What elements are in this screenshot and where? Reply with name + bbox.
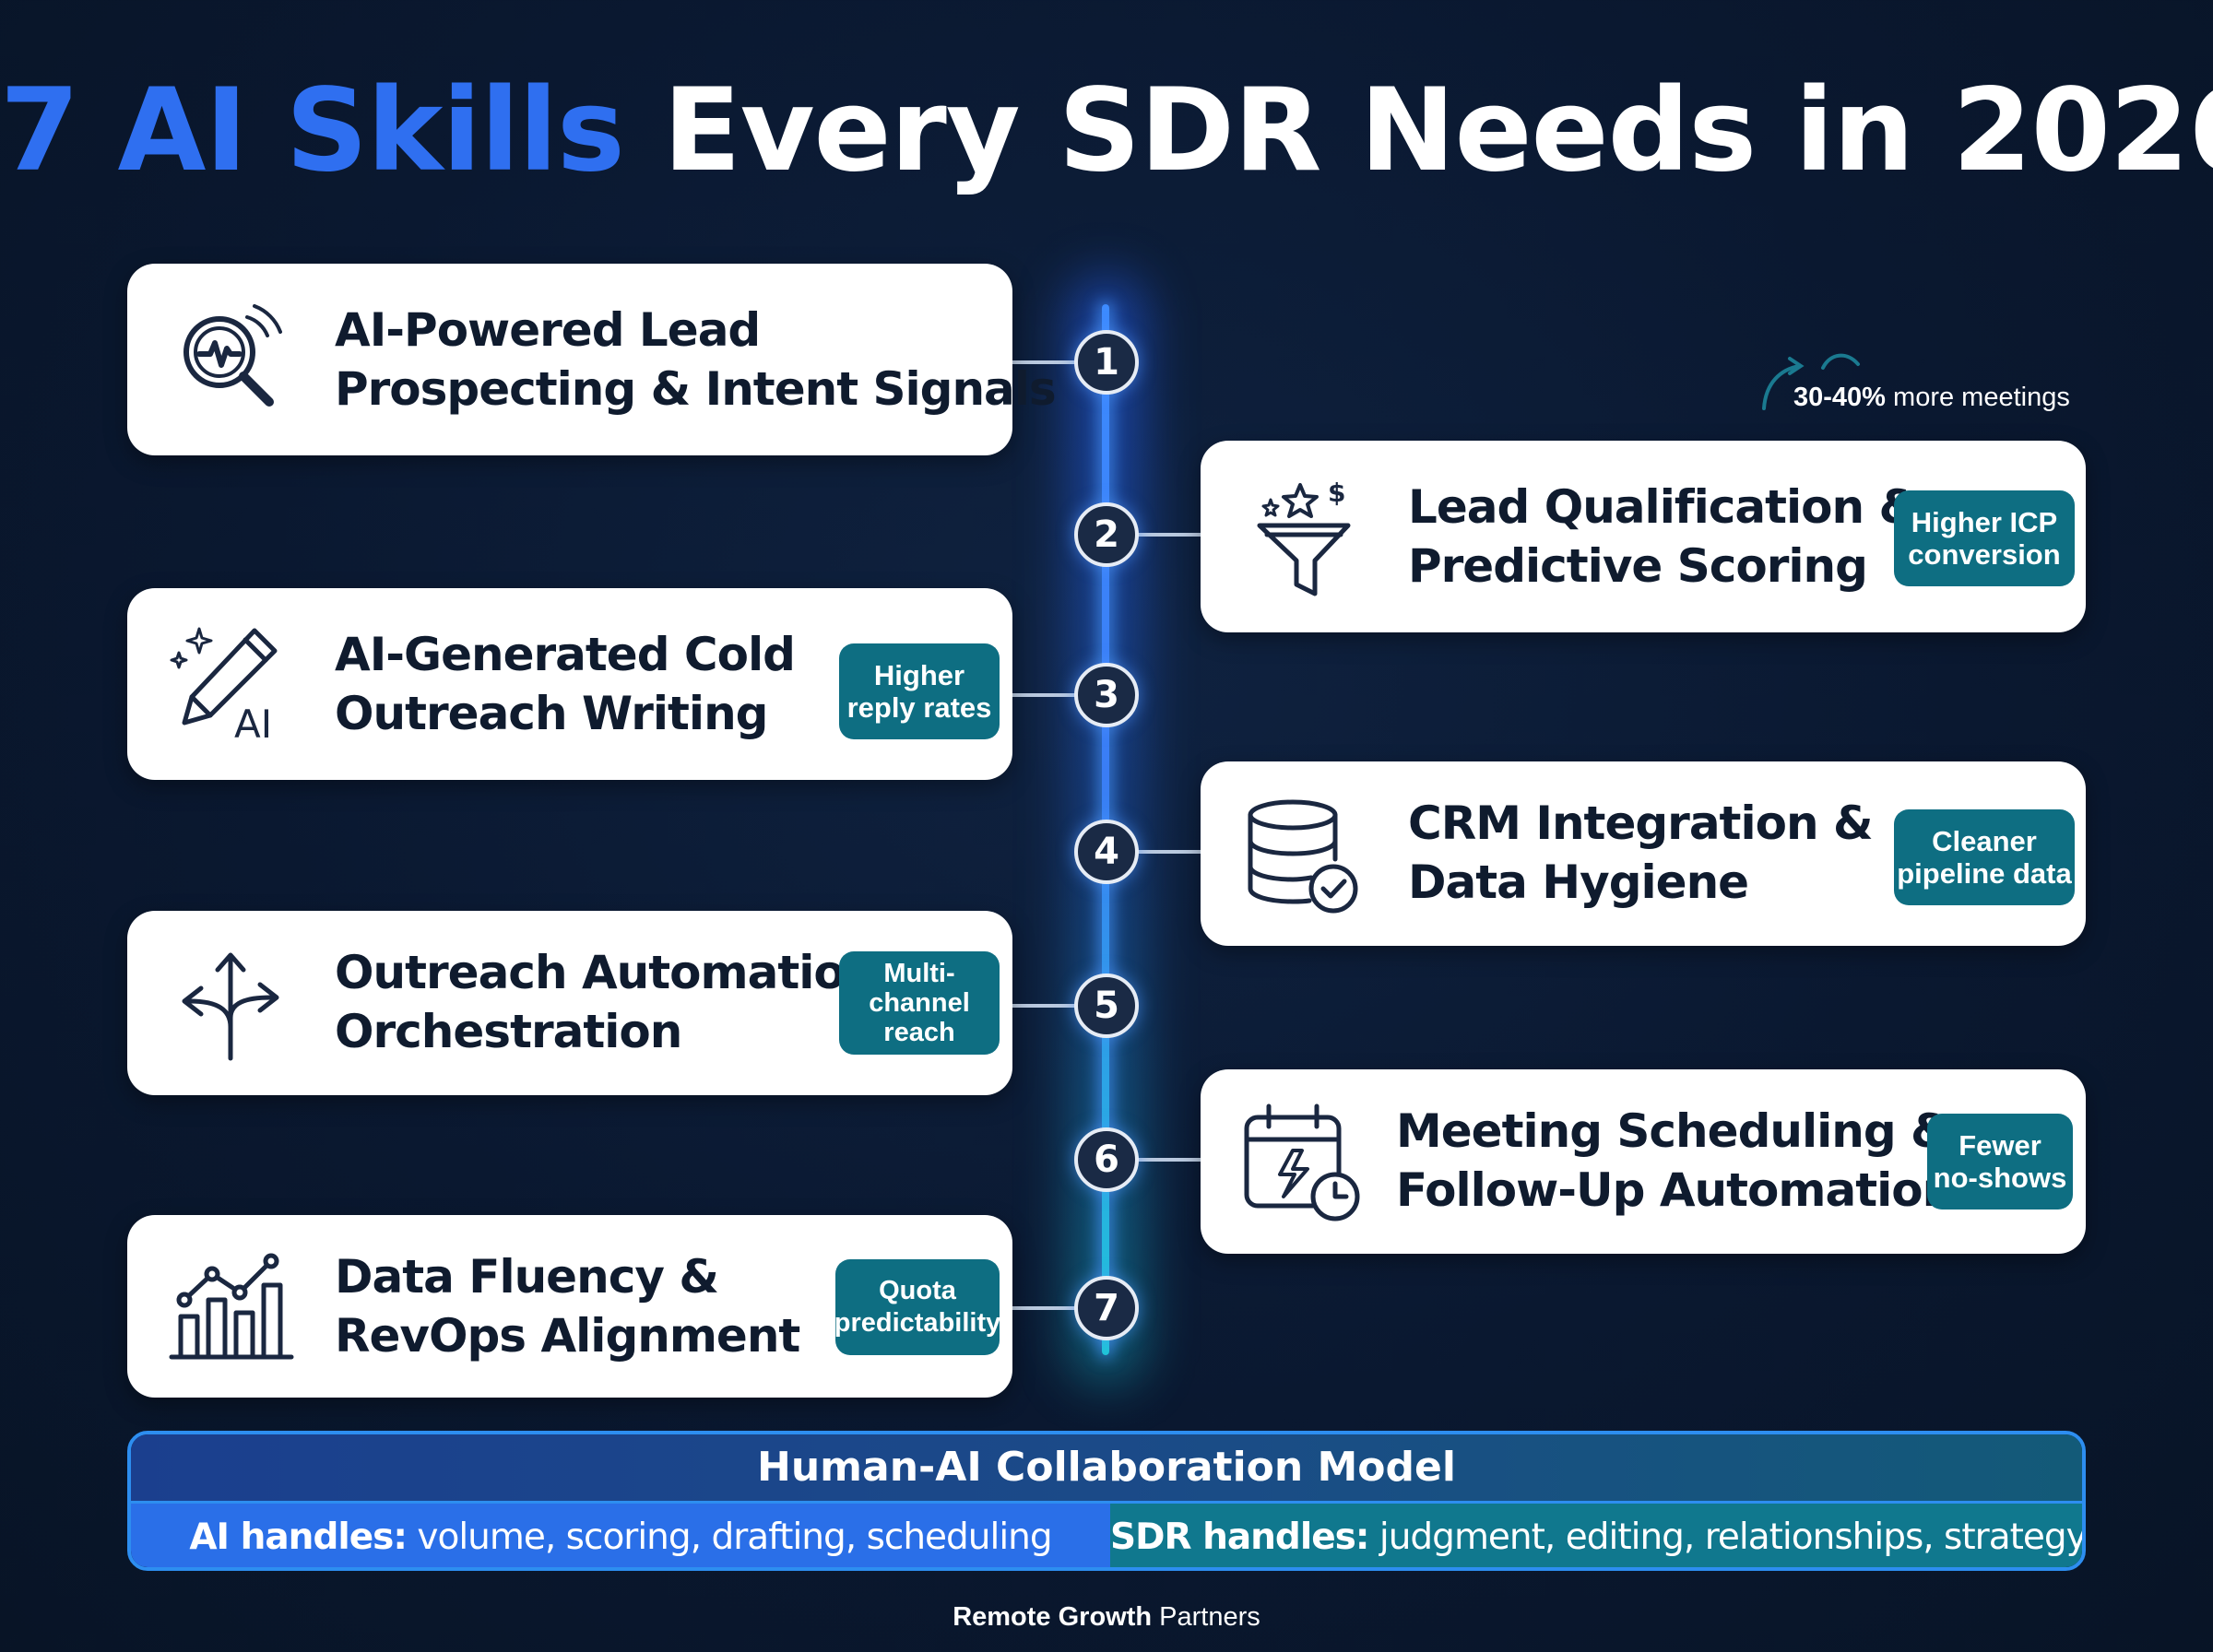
skill-title-7-line2: RevOps Alignment [335,1309,800,1363]
skill-title-3-line1: AI-Generated Cold [335,628,796,681]
skill-badge-4-line1: Cleaner [1932,825,2037,857]
skill-title-4-line2: Data Hygiene [1408,856,1749,909]
meetings-stat-text: 30-40% more meetings [1793,383,2070,413]
skill-badge-2-line1: Higher ICP [1911,506,2058,538]
svg-text:AI: AI [234,702,272,747]
skill-badge-3-line1: Higher [873,659,965,691]
skill-badge-4-line2: pipeline data [1897,857,2072,890]
skill-title-5-line2: Orchestration [335,1005,682,1058]
skill-title-4: CRM Integration & Data Hygiene [1408,794,1874,912]
sdr-handles-text: judgment, editing, relationships, strate… [1379,1516,2086,1558]
pencil-ai-icon: AI [170,627,278,747]
skill-card-6: Meeting Scheduling & Follow-Up Automatio… [1201,1069,2086,1254]
step-number-2: 2 [1074,502,1139,567]
ai-handles: AI handles: volume, scoring, drafting, s… [131,1504,1110,1567]
meetings-stat-value: 30-40% [1793,383,1886,412]
sdr-handles: SDR handles: judgment, editing, relation… [1110,1504,2086,1567]
collaboration-title: Human-AI Collaboration Model [131,1434,2082,1504]
calendar-clock-icon [1244,1103,1360,1221]
skill-title-2-line2: Predictive Scoring [1408,539,1868,593]
skill-title-7: Data Fluency & RevOps Alignment [335,1247,800,1365]
database-check-icon [1248,799,1358,914]
skill-title-2-line1: Lead Qualification & [1408,480,1919,534]
skill-badge-5-line2: channel [869,988,970,1018]
skill-badge-2-line2: conversion [1908,538,2061,571]
step-number-7: 7 [1074,1276,1139,1340]
skill-title-4-line1: CRM Integration & [1408,796,1874,850]
skill-title-5: Outreach Automation Orchestration [335,943,877,1061]
skill-title-6-line2: Follow-Up Automation [1396,1163,1955,1217]
skill-card-5: Outreach Automation Orchestration Multi-… [127,911,1012,1095]
connector-2 [1136,533,1201,537]
magnifier-pulse-icon [183,304,282,407]
skill-title-1-line1: AI-Powered Lead [335,303,761,357]
skill-badge-7: Quota predictability [834,1259,1001,1355]
skill-card-3: AI AI-Generated Cold Outreach Writing Hi… [127,588,1012,780]
skill-badge-6: Fewer no-shows [1927,1114,2073,1210]
bar-chart-trend-icon [169,1253,294,1360]
skill-card-4: CRM Integration & Data Hygiene Cleaner p… [1201,761,2086,946]
skill-badge-5-line3: reach [883,1018,955,1047]
skill-card-7: Data Fluency & RevOps Alignment Quota pr… [127,1215,1012,1398]
title-accent: 7 AI Skills [0,65,625,197]
skill-badge-6-line2: no-shows [1933,1162,2067,1194]
skill-badge-3: Higher reply rates [839,643,1000,739]
ai-handles-text: volume, scoring, drafting, scheduling [417,1516,1052,1558]
step-number-1: 1 [1074,330,1139,395]
connector-6 [1136,1158,1201,1162]
skill-badge-2: Higher ICP conversion [1894,490,2075,586]
title-rest: Every SDR Needs in 2026 [662,65,2213,197]
skill-badge-5-line1: Multi- [883,959,955,988]
footer-brand: Remote Growth Partners [0,1602,2213,1633]
ai-handles-label: AI handles: [189,1516,408,1558]
skill-title-1-line2: Prospecting & Intent Signals [335,362,1057,416]
connector-7 [1012,1306,1077,1310]
skill-badge-7-line2: predictability [834,1308,1001,1338]
funnel-star-icon: $ [1257,478,1351,596]
skill-badge-4: Cleaner pipeline data [1894,809,2075,905]
sdr-handles-label: SDR handles: [1110,1516,1369,1558]
footer-brand-bold: Remote Growth [953,1602,1153,1632]
footer-brand-rest: Partners [1159,1602,1260,1632]
skill-title-2: Lead Qualification & Predictive Scoring [1408,478,1919,596]
svg-text:$: $ [1328,478,1345,508]
skill-badge-7-line1: Quota [879,1276,956,1305]
skill-title-6-line1: Meeting Scheduling & [1396,1104,1951,1158]
skill-card-2: $ Lead Qualification & Predictive Scorin… [1201,441,2086,632]
skill-title-3-line2: Outreach Writing [335,687,768,740]
skill-title-7-line1: Data Fluency & [335,1250,719,1304]
connector-3 [1012,693,1077,697]
step-number-6: 6 [1074,1127,1139,1192]
step-number-5: 5 [1074,974,1139,1038]
connector-4 [1136,850,1201,854]
skill-title-5-line1: Outreach Automation [335,946,877,999]
skill-title-3: AI-Generated Cold Outreach Writing [335,625,796,743]
page-title: 7 AI Skills Every SDR Needs in 2026 [0,65,2213,197]
skill-badge-3-line2: reply rates [846,691,992,724]
skill-badge-6-line1: Fewer [1959,1129,2041,1162]
step-number-4: 4 [1074,820,1139,884]
meetings-stat-label: more meetings [1893,383,2070,412]
branching-arrows-icon [182,952,279,1061]
collaboration-model: Human-AI Collaboration Model AI handles:… [127,1431,2086,1571]
meetings-stat: 30-40% more meetings [1757,346,2107,419]
skill-badge-5: Multi- channel reach [839,951,1000,1055]
skill-card-1: AI-Powered Lead Prospecting & Intent Sig… [127,264,1057,455]
connector-5 [1012,1004,1077,1008]
skill-title-1: AI-Powered Lead Prospecting & Intent Sig… [335,301,1057,419]
step-number-3: 3 [1074,663,1139,727]
skill-title-6: Meeting Scheduling & Follow-Up Automatio… [1396,1102,1955,1220]
